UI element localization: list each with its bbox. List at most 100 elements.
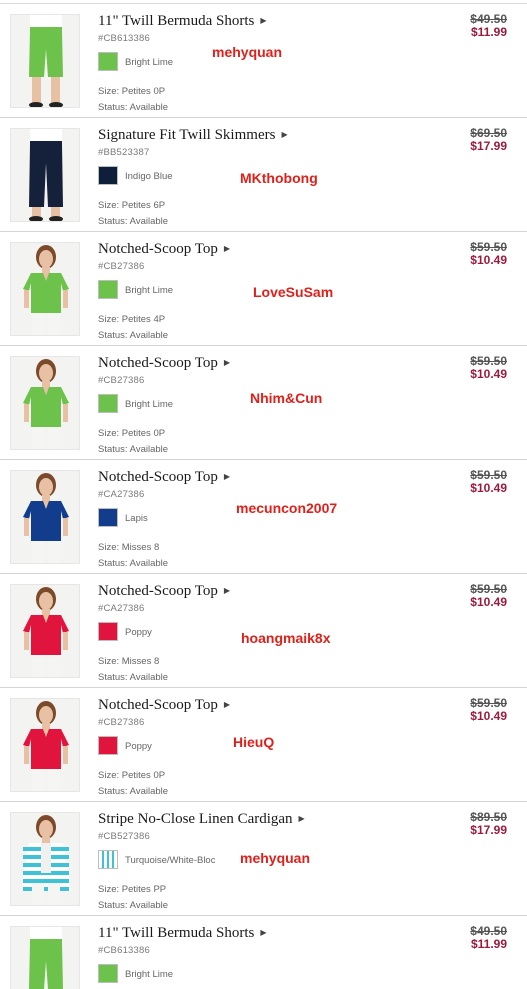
- sale-price: $11.99: [470, 25, 507, 39]
- product-size: Size: Petites 4P: [98, 314, 166, 325]
- sale-price: $10.49: [470, 595, 507, 609]
- product-image[interactable]: [10, 812, 80, 906]
- product-image[interactable]: [10, 926, 80, 989]
- color-swatch: [98, 280, 118, 299]
- sale-price: $10.49: [470, 481, 507, 495]
- product-size: Size: Petites 0P: [98, 770, 166, 781]
- product-sku: #CB27386: [98, 261, 145, 272]
- order-list-page: 11" Twill Bermuda Shorts ▶ #CB613386 Bright…: [0, 0, 527, 989]
- product-sku: #CB27386: [98, 375, 145, 386]
- buyer-username: Nhim&Cun: [250, 390, 323, 406]
- product-name-link[interactable]: 11" Twill Bermuda Shorts ▶: [98, 13, 266, 30]
- product-size: Size: Misses 8: [98, 542, 160, 553]
- original-price: $69.50: [470, 126, 507, 140]
- caret-right-icon: ▶: [281, 130, 288, 139]
- original-price: $59.50: [470, 468, 507, 482]
- caret-right-icon: ▶: [223, 700, 231, 709]
- original-price: $59.50: [470, 354, 507, 368]
- caret-right-icon: ▶: [260, 928, 267, 937]
- product-status: Status: Available: [98, 558, 169, 569]
- caret-right-icon: ▶: [298, 814, 305, 823]
- color-swatch: [98, 850, 118, 869]
- original-price: $59.50: [470, 696, 507, 710]
- product-name[interactable]: Stripe No-Close Linen Cardigan: [98, 811, 293, 827]
- caret-right-icon: ▶: [260, 16, 267, 25]
- product-row: 11" Twill Bermuda Shorts ▶ #CB613386 Bright…: [0, 916, 527, 989]
- buyer-username: hoangmaik8x: [241, 630, 331, 646]
- product-name-link[interactable]: Notched-Scoop Top ▶: [98, 697, 230, 714]
- sale-price: $11.99: [470, 937, 507, 951]
- product-size: Size: Petites 0P: [98, 428, 166, 439]
- buyer-username: mehyquan: [240, 850, 311, 866]
- product-image[interactable]: [10, 128, 80, 222]
- sale-price: $10.49: [470, 709, 507, 723]
- product-name-link[interactable]: Notched-Scoop Top ▶: [98, 241, 230, 258]
- caret-right-icon: ▶: [223, 358, 231, 367]
- product-status: Status: Available: [98, 216, 169, 227]
- original-price: $49.50: [470, 924, 507, 938]
- product-sku: #CB27386: [98, 717, 145, 728]
- original-price: $89.50: [470, 810, 507, 824]
- product-size: Size: Petites PP: [98, 884, 167, 895]
- original-price: $59.50: [470, 582, 507, 596]
- original-price: $59.50: [470, 240, 507, 254]
- color-name: Poppy: [125, 627, 152, 638]
- color-swatch: [98, 964, 118, 983]
- product-image[interactable]: [10, 470, 80, 564]
- product-name-link[interactable]: Notched-Scoop Top ▶: [98, 583, 230, 600]
- color-swatch: [98, 52, 118, 71]
- product-name-link[interactable]: Notched-Scoop Top ▶: [98, 355, 230, 372]
- buyer-username: mecuncon2007: [236, 500, 338, 516]
- product-name[interactable]: 11" Twill Bermuda Shorts: [98, 925, 254, 941]
- color-name: Poppy: [125, 741, 152, 752]
- color-swatch: [98, 508, 118, 527]
- product-row: 11" Twill Bermuda Shorts ▶ #CB613386 Bright…: [0, 4, 527, 118]
- caret-right-icon: ▶: [223, 244, 231, 253]
- product-status: Status: Available: [98, 330, 169, 341]
- product-size: Size: Petites 6P: [98, 200, 166, 211]
- sale-price: $17.99: [470, 823, 507, 837]
- product-status: Status: Available: [98, 672, 169, 683]
- sale-price: $10.49: [470, 367, 507, 381]
- product-name[interactable]: Signature Fit Twill Skimmers: [98, 127, 275, 143]
- product-status: Status: Available: [98, 102, 169, 113]
- color-name: Bright Lime: [125, 285, 174, 296]
- buyer-username: LoveSuSam: [253, 284, 334, 300]
- product-name-link[interactable]: 11" Twill Bermuda Shorts ▶: [98, 925, 266, 942]
- product-sku: #CB613386: [98, 945, 150, 956]
- caret-right-icon: ▶: [223, 472, 231, 481]
- product-status: Status: Available: [98, 444, 169, 455]
- product-name[interactable]: Notched-Scoop Top: [98, 469, 218, 485]
- product-image[interactable]: [10, 356, 80, 450]
- product-name-link[interactable]: Stripe No-Close Linen Cardigan ▶: [98, 811, 305, 828]
- product-sku: #CA27386: [98, 489, 145, 500]
- product-size: Size: Misses 8: [98, 656, 160, 667]
- product-row: Notched-Scoop Top ▶ #CA27386 Lapis Size: Mis…: [0, 460, 527, 574]
- color-name: Lapis: [125, 513, 148, 524]
- color-name: Indigo Blue: [125, 171, 173, 182]
- product-sku: #BB523387: [98, 147, 150, 158]
- color-name: Turquoise/White-Bloc: [125, 855, 216, 866]
- product-size: Size: Petites 0P: [98, 86, 166, 97]
- product-status: Status: Available: [98, 786, 169, 797]
- product-name[interactable]: Notched-Scoop Top: [98, 355, 218, 371]
- product-sku: #CA27386: [98, 603, 145, 614]
- color-name: Bright Lime: [125, 399, 174, 410]
- product-name[interactable]: Notched-Scoop Top: [98, 583, 218, 599]
- color-name: Bright Lime: [125, 57, 174, 68]
- color-swatch: [98, 622, 118, 641]
- product-name[interactable]: Notched-Scoop Top: [98, 241, 218, 257]
- sale-price: $10.49: [470, 253, 507, 267]
- product-sku: #CB527386: [98, 831, 150, 842]
- color-swatch: [98, 394, 118, 413]
- color-name: Bright Lime: [125, 969, 174, 980]
- product-name[interactable]: 11" Twill Bermuda Shorts: [98, 13, 254, 29]
- product-image[interactable]: [10, 14, 80, 108]
- product-image[interactable]: [10, 242, 80, 336]
- product-image[interactable]: [10, 698, 80, 792]
- product-name[interactable]: Notched-Scoop Top: [98, 697, 218, 713]
- product-image[interactable]: [10, 584, 80, 678]
- buyer-username: mehyquan: [212, 44, 283, 60]
- product-name-link[interactable]: Signature Fit Twill Skimmers ▶: [98, 127, 288, 144]
- product-name-link[interactable]: Notched-Scoop Top ▶: [98, 469, 230, 486]
